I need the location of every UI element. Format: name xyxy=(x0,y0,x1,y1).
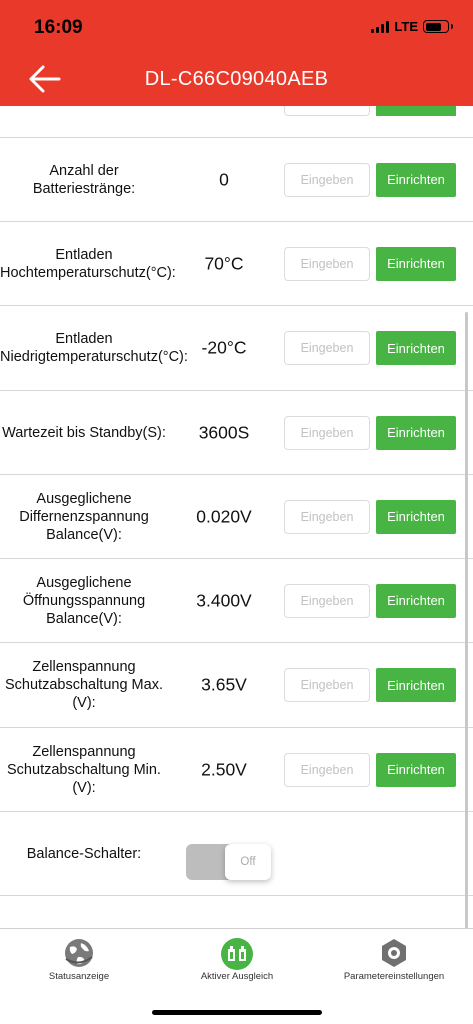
settings-row-partial xyxy=(0,106,473,138)
settings-row: Anzahl der Batteriestränge: 0 Einrichten xyxy=(0,138,473,222)
network-label: LTE xyxy=(394,19,418,34)
tab-label: Aktiver Ausgleich xyxy=(200,971,274,982)
page-title: DL-C66C09040AEB xyxy=(144,68,329,90)
set-button[interactable]: Einrichten xyxy=(376,246,456,281)
settings-row: Zellenspannung Schutzabschaltung Min.(V)… xyxy=(0,728,473,812)
row-value: -20°C xyxy=(201,337,247,358)
tab-parametereinstellungen[interactable]: Parametereinstellungen xyxy=(325,929,463,989)
row-label: Wartezeit bis Standby(S): xyxy=(2,424,166,441)
set-button[interactable]: Einrichten xyxy=(376,668,456,702)
value-input[interactable] xyxy=(284,246,370,281)
balance-switch-row: Balance-Schalter: Off xyxy=(0,812,473,896)
tab-label: Parametereinstellungen xyxy=(343,971,445,982)
row-value: 3600S xyxy=(198,422,250,442)
row-label: Ausgeglichene Öffnungsspannung Balance(V… xyxy=(22,574,146,627)
settings-row: Entladen Niedrigtemperaturschutz(°C): -2… xyxy=(0,306,473,391)
row-value: 3.400V xyxy=(196,590,252,610)
value-input[interactable] xyxy=(284,668,370,702)
row-label: Ausgeglichene Differnenzspannung Balance… xyxy=(19,490,149,543)
status-indicators: LTE xyxy=(371,19,453,34)
signal-icon xyxy=(371,20,390,33)
balance-icon xyxy=(221,938,253,970)
value-input-partial[interactable] xyxy=(284,106,370,116)
row-value: 70°C xyxy=(204,253,244,273)
row-label: Zellenspannung Schutzabschaltung Max.(V)… xyxy=(5,659,163,711)
value-input[interactable] xyxy=(284,331,370,365)
set-button[interactable]: Einrichten xyxy=(376,162,456,197)
row-label: Anzahl der Batteriestränge: xyxy=(32,162,136,197)
settings-icon xyxy=(382,939,406,967)
battery-icon xyxy=(423,20,453,33)
row-value: 2.50V xyxy=(201,759,247,779)
app-header: 16:09 LTE DL-C66C09040AEB xyxy=(0,0,473,106)
settings-row: Zellenspannung Schutzabschaltung Max.(V)… xyxy=(0,643,473,728)
value-input[interactable] xyxy=(284,162,370,197)
value-input[interactable] xyxy=(284,583,370,618)
globe-icon xyxy=(65,939,93,967)
balance-toggle[interactable]: Off xyxy=(186,844,271,880)
tab-label: Statusanzeige xyxy=(48,971,110,982)
row-label: Entladen Niedrigtemperaturschutz(°C): xyxy=(0,331,188,365)
set-button[interactable]: Einrichten xyxy=(376,415,456,450)
value-input[interactable] xyxy=(284,752,370,787)
home-indicator[interactable] xyxy=(152,1010,322,1015)
settings-row: Ausgeglichene Differnenzspannung Balance… xyxy=(0,475,473,559)
scrollbar[interactable] xyxy=(465,312,468,932)
value-input[interactable] xyxy=(284,415,370,450)
set-button[interactable]: Einrichten xyxy=(376,752,456,787)
settings-list[interactable]: Anzahl der Batteriestränge: 0 Einrichten… xyxy=(0,106,473,928)
row-label: Entladen Hochtemperaturschutz(°C): xyxy=(0,246,176,281)
row-value: 3.65V xyxy=(201,674,247,695)
row-label: Zellenspannung Schutzabschaltung Min.(V)… xyxy=(7,743,161,796)
balance-switch-label: Balance-Schalter: xyxy=(26,845,142,862)
row-value: 0 xyxy=(219,169,229,189)
tab-statusanzeige[interactable]: Statusanzeige xyxy=(10,929,148,989)
set-button[interactable]: Einrichten xyxy=(376,499,456,534)
settings-row: Wartezeit bis Standby(S): 3600S Einricht… xyxy=(0,391,473,475)
set-button[interactable]: Einrichten xyxy=(376,583,456,618)
settings-row: Entladen Hochtemperaturschutz(°C): 70°C … xyxy=(0,222,473,306)
toggle-state: Off xyxy=(225,844,271,880)
row-value: 0.020V xyxy=(196,506,252,526)
status-time: 16:09 xyxy=(34,17,83,38)
value-input[interactable] xyxy=(284,499,370,534)
set-button-partial[interactable] xyxy=(376,106,456,116)
tab-aktiver-ausgleich[interactable]: Aktiver Ausgleich xyxy=(168,929,306,989)
settings-row: Ausgeglichene Öffnungsspannung Balance(V… xyxy=(0,559,473,643)
set-button[interactable]: Einrichten xyxy=(376,331,456,365)
